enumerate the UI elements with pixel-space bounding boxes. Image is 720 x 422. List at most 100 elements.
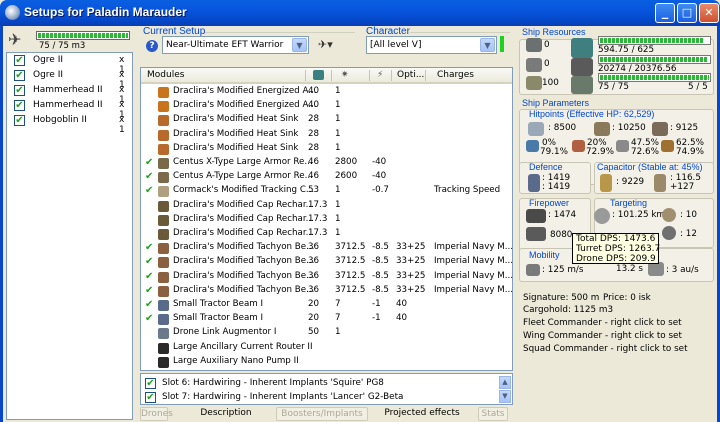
checkbox[interactable]: ✔ xyxy=(14,55,25,66)
table-row[interactable]: ✔ Centus A-Type Large Armor Re... 46 2600 -4… xyxy=(141,171,512,184)
list-item[interactable]: ✔ Ogre II x 1 xyxy=(7,53,132,75)
table-row[interactable]: Draclira's Modified Cap Rechar... 17.3 1 xyxy=(141,213,512,227)
tab-stats[interactable]: Stats xyxy=(478,407,508,421)
table-row[interactable]: ✔ Draclira's Modified Tachyon Be... 36 3712… xyxy=(141,284,512,298)
list-item[interactable]: ✔ Hobgoblin II x 1 xyxy=(7,113,132,135)
cpu-fill xyxy=(600,38,704,43)
table-row[interactable]: ✔ Small Tractor Beam I 20 7 -1 40 xyxy=(141,313,512,326)
capacitor-icon xyxy=(600,174,612,192)
range-icon[interactable]: ⚡ xyxy=(377,70,383,80)
minimize-button[interactable]: _ xyxy=(655,3,675,23)
table-row[interactable]: Draclira's Modified Heat Sink 28 1 xyxy=(141,129,512,142)
column-header-modules[interactable]: Modules xyxy=(147,70,184,80)
list-item[interactable]: ✔ Ogre II x 1 xyxy=(7,68,132,90)
table-row[interactable]: Draclira's Modified Energized A... 40 1 xyxy=(141,86,512,99)
module-range: -40 xyxy=(372,157,387,167)
low-slot-icon xyxy=(526,76,542,90)
checkbox[interactable]: ✔ xyxy=(145,392,156,403)
table-row[interactable]: ✔ Cormack's Modified Tracking C... 53 1 -0.7… xyxy=(141,185,512,198)
implant-name: Slot 6: Hardwiring - Inherent Implants '… xyxy=(162,378,384,388)
module-icon xyxy=(158,328,169,340)
mobility-label: Mobility xyxy=(529,250,560,260)
module-range: -1 xyxy=(372,313,381,324)
explosive-resist-icon xyxy=(661,140,674,152)
checkbox[interactable]: ✔ xyxy=(145,378,156,389)
high-slot-icon xyxy=(526,38,542,52)
close-button[interactable]: ✕ xyxy=(699,3,719,23)
high-slots-value: 0 xyxy=(544,40,550,50)
modules-table[interactable]: Modules ✷ ⚡ Opti... Charges Draclira's M… xyxy=(140,67,513,371)
squad-commander[interactable]: Squad Commander - right click to set xyxy=(523,344,688,354)
table-row[interactable]: Draclira's Modified Energized A... 40 1 xyxy=(141,100,512,113)
checkbox[interactable]: ✔ xyxy=(14,85,25,96)
column-header-charges[interactable]: Charges xyxy=(437,70,474,80)
module-range: -8.5 xyxy=(372,284,389,295)
list-item[interactable]: ✔ Hammerhead II x 1 xyxy=(7,83,132,105)
low-slots-value: 100 xyxy=(542,78,559,88)
module-icon xyxy=(158,143,169,155)
chevron-down-icon[interactable]: ▼ xyxy=(292,38,307,52)
module-cpu: 17.3 xyxy=(308,228,328,238)
target-range-icon xyxy=(594,208,610,224)
table-row[interactable]: Large Auxiliary Nano Pump II xyxy=(141,356,512,369)
module-pg: 1 xyxy=(335,114,341,125)
character-select[interactable]: [All level V] ▼ xyxy=(366,36,497,54)
module-pg: 3712.5 xyxy=(335,256,366,267)
table-row[interactable]: ✔ Draclira's Modified Tachyon Be... 36 3712… xyxy=(141,242,512,255)
module-icon xyxy=(158,186,169,198)
stats-panel: Ship Resources 0 0 100 594.75 / 625 2027… xyxy=(516,26,717,420)
table-row[interactable]: Large Ancillary Current Router II xyxy=(141,341,512,355)
module-pg: 1 xyxy=(335,100,341,111)
drone-name: Ogre II xyxy=(33,70,64,80)
module-icon xyxy=(158,300,169,311)
table-row[interactable]: ✔ Draclira's Modified Tachyon Be... 36 3712… xyxy=(141,271,512,284)
module-icon xyxy=(158,158,169,169)
wing-commander[interactable]: Wing Commander - right click to set xyxy=(523,331,682,341)
scroll-down-icon[interactable]: ▼ xyxy=(499,390,511,403)
active-check-icon: ✔ xyxy=(145,171,154,183)
column-header-opti[interactable]: Opti... xyxy=(397,70,424,80)
drone-list[interactable]: ✔ Ogre II x 1 ✔ Ogre II x 1 ✔ Hammerhead II x … xyxy=(6,52,133,420)
checkbox[interactable]: ✔ xyxy=(14,100,25,111)
module-pg: 1 xyxy=(335,142,341,153)
table-row[interactable]: Draclira's Modified Cap Rechar... 17.3 1 xyxy=(141,200,512,213)
scroll-up-icon[interactable]: ▲ xyxy=(499,376,511,389)
drones-pane: ✈ 75 / 75 m3 ✔ Ogre II x 1 ✔ Ogre II x 1 ✔ Ha… xyxy=(3,26,133,420)
table-row[interactable]: Draclira's Modified Heat Sink 28 1 xyxy=(141,142,512,156)
firepower-label: Firepower xyxy=(529,198,570,208)
list-item[interactable]: ✔ Hammerhead II x 1 xyxy=(7,98,132,120)
tab-description[interactable]: Description xyxy=(198,407,254,421)
module-pg: 1 xyxy=(335,327,341,338)
tab-boosters[interactable]: Boosters/Implants xyxy=(276,407,368,421)
table-row[interactable]: ✔ Draclira's Modified Tachyon Be... 36 3712… xyxy=(141,256,512,269)
table-row[interactable]: Draclira's Modified Cap Rechar... 17.3 1 xyxy=(141,228,512,241)
checkbox[interactable]: ✔ xyxy=(14,115,25,126)
module-name: Drone Link Augmentor I xyxy=(173,327,277,338)
checkbox[interactable]: ✔ xyxy=(14,70,25,81)
fleet-commander[interactable]: Fleet Commander - right click to set xyxy=(523,318,682,328)
powergrid-icon[interactable]: ✷ xyxy=(341,70,349,80)
module-name: Small Tractor Beam I xyxy=(173,299,264,309)
character-select-value: [All level V] xyxy=(370,40,422,50)
tab-drones[interactable]: Drones xyxy=(140,407,173,421)
maximize-button[interactable]: □ xyxy=(677,3,697,23)
shield-hp: : 8500 xyxy=(548,123,577,133)
chevron-down-icon[interactable]: ▼ xyxy=(480,38,495,52)
table-row[interactable]: Draclira's Modified Heat Sink 28 1 xyxy=(141,114,512,127)
ship-menu-icon[interactable]: ✈▾ xyxy=(318,38,333,51)
drone-bay-icon: ✈ xyxy=(8,30,22,49)
table-row[interactable]: Drone Link Augmentor I 50 1 xyxy=(141,327,512,340)
module-cpu: 17.3 xyxy=(308,213,328,224)
module-name: Small Tractor Beam I xyxy=(173,313,264,324)
module-cpu: 40 xyxy=(308,86,320,96)
table-header: Modules ✷ ⚡ Opti... Charges xyxy=(141,68,512,84)
help-icon[interactable]: ? xyxy=(146,40,158,52)
table-row[interactable]: ✔ Centus X-Type Large Armor Re... 46 2800 -4… xyxy=(141,157,512,170)
module-name: Large Ancillary Current Router II xyxy=(173,341,313,352)
table-row[interactable]: ✔ Small Tractor Beam I 20 7 -1 40 xyxy=(141,299,512,312)
setup-select[interactable]: Near-Ultimate EFT Warrior ▼ xyxy=(162,36,309,54)
implants-list[interactable]: ✔ Slot 6: Hardwiring - Inherent Implants … xyxy=(140,373,513,405)
cpu-icon[interactable] xyxy=(313,70,324,80)
module-opti: 33+25 xyxy=(396,284,426,295)
tab-projected[interactable]: Projected effects xyxy=(384,407,460,421)
